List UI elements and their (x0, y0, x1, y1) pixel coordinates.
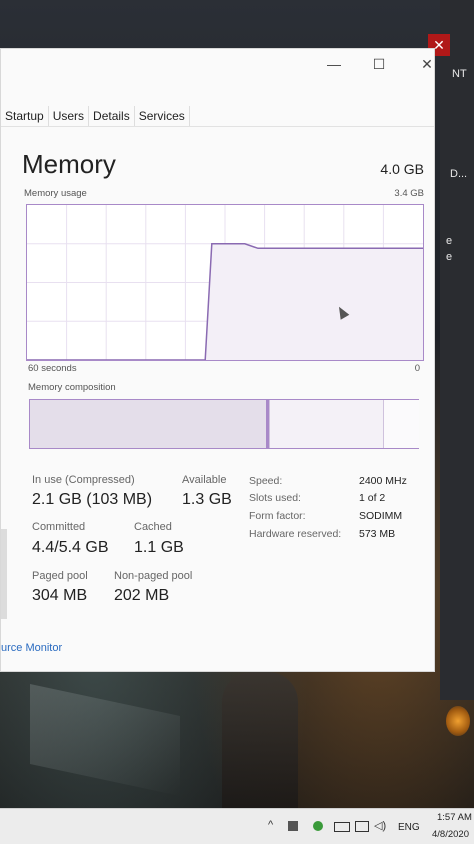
tab-users[interactable]: Users (49, 106, 90, 126)
background-text-d: D... (450, 168, 468, 180)
security-status-icon[interactable] (313, 821, 323, 831)
speed-value: 2400 MHz (359, 475, 407, 487)
background-text-e: e (446, 235, 453, 247)
tray-app-icon[interactable] (288, 821, 298, 831)
tab-bar: Startup Users Details Services (1, 106, 434, 127)
composition-standby (269, 400, 384, 448)
page-title: Memory (22, 149, 116, 179)
slots-used-label: Slots used: (249, 492, 301, 504)
memory-usage-label: Memory usage (24, 188, 87, 199)
wallpaper-figure (222, 672, 298, 812)
in-use-label: In use (Compressed) (32, 474, 135, 486)
background-text-e2: e (446, 251, 453, 263)
taskbar: ^ ◁) ENG 1:57 AM 4/8/2020 (0, 808, 474, 844)
time-axis-right-label: 0 (414, 363, 420, 374)
cached-value: 1.1 GB (134, 539, 184, 556)
tab-services[interactable]: Services (135, 106, 190, 126)
slots-used-value: 1 of 2 (359, 492, 386, 504)
composition-in-use (30, 400, 266, 448)
hardware-reserved-label: Hardware reserved: (249, 528, 342, 540)
memory-usage-graph (26, 204, 424, 361)
form-factor-value: SODIMM (359, 510, 403, 522)
tab-details[interactable]: Details (89, 106, 135, 126)
memory-composition-label: Memory composition (28, 382, 116, 393)
paged-pool-label: Paged pool (32, 570, 88, 582)
wallpaper-lamp (446, 706, 470, 736)
maximize-button[interactable]: ☐ (362, 53, 396, 75)
memory-usage-max: 3.4 GB (394, 188, 424, 199)
memory-total: 4.0 GB (380, 161, 424, 177)
tab-startup[interactable]: Startup (1, 106, 49, 126)
close-button[interactable]: ✕ (410, 53, 444, 75)
clock-time[interactable]: 1:57 AM (437, 812, 472, 823)
time-axis-left-label: 60 seconds (28, 363, 77, 374)
background-window-edge (440, 0, 474, 700)
background-text-nt: NT (452, 68, 467, 80)
battery-icon[interactable] (334, 822, 350, 832)
memory-usage-chart (27, 205, 423, 360)
show-hidden-icons-icon[interactable]: ^ (268, 819, 273, 831)
memory-composition-bar (29, 399, 419, 449)
composition-free (383, 400, 419, 448)
resource-monitor-link[interactable]: urce Monitor (1, 642, 62, 654)
in-use-value: 2.1 GB (103 MB) (32, 491, 153, 508)
form-factor-label: Form factor: (249, 510, 306, 522)
title-bar[interactable]: — ☐ ✕ (1, 49, 434, 79)
non-paged-pool-value: 202 MB (114, 587, 170, 604)
hardware-reserved-value: 573 MB (359, 528, 396, 540)
committed-value: 4.4/5.4 GB (32, 539, 109, 556)
task-manager-window: — ☐ ✕ Startup Users Details Services Mem… (0, 48, 435, 672)
committed-label: Committed (32, 521, 86, 533)
memory-usage-area (27, 243, 423, 360)
cached-label: Cached (134, 521, 172, 533)
language-indicator[interactable]: ENG (398, 822, 420, 833)
network-icon[interactable] (355, 821, 369, 832)
volume-icon[interactable]: ◁) (374, 819, 386, 832)
available-label: Available (182, 474, 227, 486)
minimize-button[interactable]: — (317, 53, 351, 75)
available-value: 1.3 GB (182, 491, 232, 508)
non-paged-pool-label: Non-paged pool (114, 570, 193, 582)
paged-pool-value: 304 MB (32, 587, 88, 604)
speed-label: Speed: (249, 475, 283, 487)
left-scrollbar[interactable] (1, 529, 7, 619)
clock-date[interactable]: 4/8/2020 (432, 829, 469, 840)
